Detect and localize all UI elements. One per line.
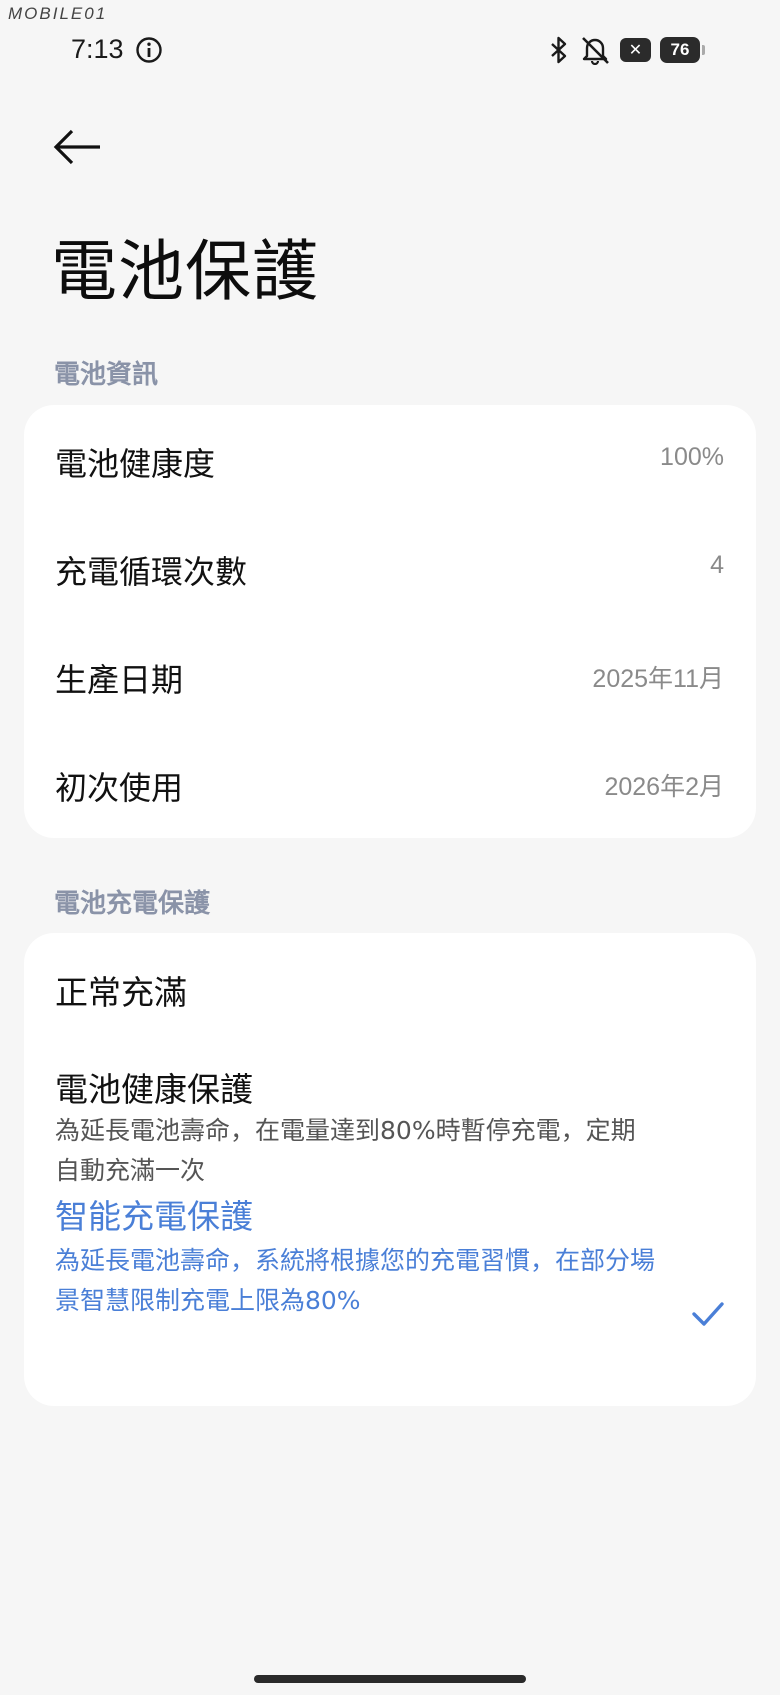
option-battery-health-protection[interactable]: 電池健康保護 為延長電池壽命，在電量達到80%時暫停充電，定期自動充滿一次 — [24, 1033, 756, 1185]
battery-protection-screen: MOBILE01 7:13 ✕ 76 電池保護 電池資訊 電池健康度 100% … — [0, 0, 780, 1695]
row-label: 充電循環次數 — [55, 553, 248, 591]
close-badge-icon: ✕ — [620, 38, 651, 62]
row-label: 生產日期 — [55, 661, 184, 699]
option-title: 電池健康保護 — [55, 1070, 253, 1109]
option-smart-charge-protection[interactable]: 智能充電保護 為延長電池壽命，系統將根據您的充電習慣，在部分場景智慧限制充電上限… — [24, 1185, 756, 1406]
row-label: 初次使用 — [55, 769, 184, 807]
back-arrow-icon[interactable] — [50, 122, 106, 172]
info-row-cycles: 充電循環次數 4 — [24, 513, 756, 621]
info-icon — [136, 37, 162, 63]
row-value: 2025年11月 — [592, 665, 724, 693]
charge-protection-card: 正常充滿 電池健康保護 為延長電池壽命，在電量達到80%時暫停充電，定期自動充滿… — [24, 933, 756, 1406]
option-description: 為延長電池壽命，在電量達到80%時暫停充電，定期自動充滿一次 — [55, 1116, 636, 1185]
row-value: 2026年2月 — [604, 773, 724, 801]
option-description: 為延長電池壽命，系統將根據您的充電習慣，在部分場景智慧限制充電上限為80% — [55, 1246, 656, 1315]
battery-icon: 76 — [660, 37, 705, 63]
info-row-first-use: 初次使用 2026年2月 — [24, 729, 756, 837]
bluetooth-icon — [551, 36, 567, 64]
checkmark-icon — [692, 1302, 724, 1326]
status-bar: 7:13 ✕ 76 — [0, 30, 780, 70]
row-value: 4 — [710, 551, 724, 579]
section-label-charge-protection: 電池充電保護 — [54, 889, 211, 919]
row-value: 100% — [660, 443, 724, 471]
status-time: 7:13 — [71, 34, 124, 64]
option-normal-full-charge[interactable]: 正常充滿 — [24, 933, 756, 1033]
section-label-battery-info: 電池資訊 — [54, 360, 159, 390]
home-indicator[interactable] — [254, 1675, 526, 1683]
page-title: 電池保護 — [51, 233, 319, 310]
row-label: 電池健康度 — [55, 445, 216, 483]
bell-muted-icon — [582, 37, 609, 65]
watermark: MOBILE01 — [8, 4, 108, 23]
info-row-manufacture-date: 生產日期 2025年11月 — [24, 621, 756, 729]
battery-info-card: 電池健康度 100% 充電循環次數 4 生產日期 2025年11月 初次使用 2… — [24, 405, 756, 838]
option-title: 正常充滿 — [55, 973, 187, 1012]
option-title: 智能充電保護 — [55, 1197, 253, 1236]
info-row-health: 電池健康度 100% — [24, 405, 756, 513]
